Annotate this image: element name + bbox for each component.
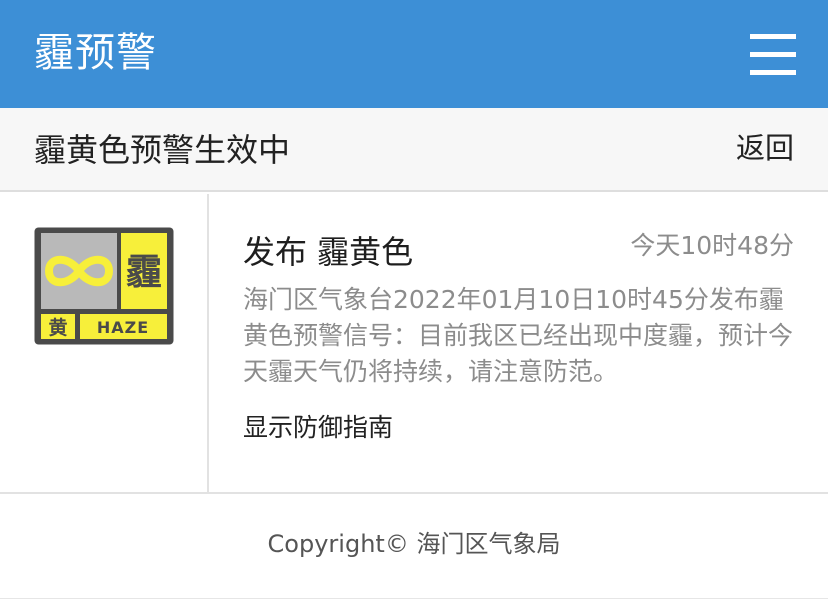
icon-text-haze-en: HAZE — [97, 318, 149, 337]
alert-timestamp: 今天10时48分 — [630, 231, 794, 260]
alert-title: 发布 霾黄色 — [243, 233, 414, 271]
vertical-divider — [207, 194, 209, 492]
alert-card: 霾 黄 HAZE 发布 霾黄色 今天10时48分 海门区气象台2022年01月1… — [0, 194, 828, 494]
haze-yellow-warning-icon: 霾 黄 HAZE — [34, 227, 174, 345]
app-header: 霾预警 — [0, 0, 828, 108]
show-defense-guide-link[interactable]: 显示防御指南 — [243, 410, 393, 446]
icon-char-haze: 霾 — [126, 252, 162, 293]
footer-copyright: Copyright© 海门区气象局 — [267, 530, 561, 558]
warning-status-bar: 霾黄色预警生效中 返回 — [0, 108, 828, 192]
menu-button[interactable] — [742, 26, 804, 82]
alert-description: 海门区气象台2022年01月10日10时45分发布霾黄色预警信号：目前我区已经出… — [243, 285, 794, 386]
footer-divider — [0, 598, 828, 599]
back-button[interactable]: 返回 — [736, 126, 794, 170]
page-title: 霾预警 — [34, 30, 157, 76]
warning-status-title: 霾黄色预警生效中 — [34, 131, 291, 169]
icon-char-yellow: 黄 — [48, 316, 67, 339]
